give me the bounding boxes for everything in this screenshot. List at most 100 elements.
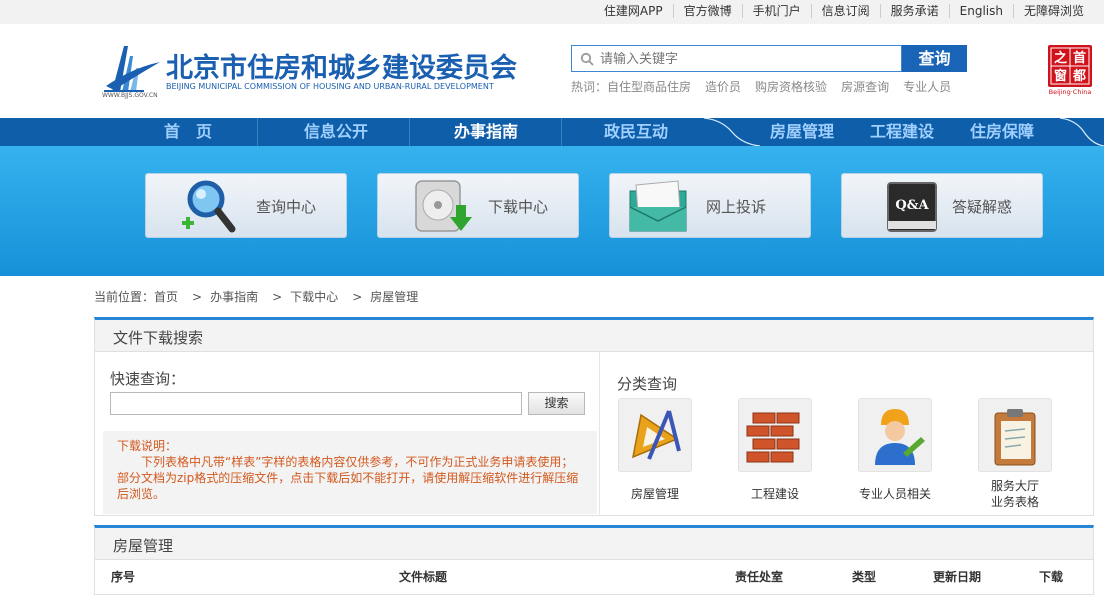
tile-label: 网上投诉 [706,198,767,216]
link-mobile[interactable]: 手机门户 [741,4,811,18]
site-url: WWW.BJJS.GOV.CN [102,92,158,99]
site-title: 北京市住房和城乡建设委员会 [166,53,517,84]
nav-engineering[interactable]: 工程建设 [852,118,952,146]
breadcrumb-label: 当前位置： [94,290,155,304]
quick-search-input[interactable] [110,392,522,415]
search-input[interactable] [600,50,890,68]
nav-interaction[interactable]: 政民互动 [586,118,686,146]
hot-word[interactable]: 自住型商品住房 [607,80,691,94]
top-utility-bar: 住建网APP 官方微博 手机门户 信息订阅 服务承诺 English 无障碍浏览 [0,0,1104,24]
worker-icon [858,398,932,472]
nav-separator [409,118,410,146]
nav-separator [257,118,258,146]
column-header-download: 下载 [1039,570,1064,584]
category-professionals[interactable]: 专业人员相关 [845,398,945,502]
top-links: 住建网APP 官方微博 手机门户 信息订阅 服务承诺 English 无障碍浏览 [594,4,1094,18]
tile-qa[interactable]: Q&A 答疑解惑 [841,173,1043,238]
nav-info-disclosure[interactable]: 信息公开 [286,118,386,146]
tile-label: 下载中心 [488,198,549,216]
breadcrumb: 当前位置：首页 > 办事指南 > 下载中心 > 房屋管理 [94,288,424,305]
file-search-panel: 文件下载搜索 快速查询： 搜索 下载说明： 下列表格中凡带“样表”字样的表格内容… [94,317,1094,516]
hot-word[interactable]: 房源查询 [841,80,889,94]
hot-words: 热词：自住型商品住房 造价员 购房资格核验 房源查询 专业人员 [571,78,965,95]
tile-query-center[interactable]: 查询中心 [145,173,347,238]
link-app[interactable]: 住建网APP [594,4,673,18]
link-weibo[interactable]: 官方微博 [672,4,742,18]
category-engineering[interactable]: 工程建设 [725,398,825,502]
download-note: 下载说明： 下列表格中凡带“样表”字样的表格内容仅供参考，不可作为正式业务申请表… [103,431,597,514]
breadcrumb-separator: > [272,290,283,304]
note-body: 下列表格中凡带“样表”字样的表格内容仅供参考，不可作为正式业务申请表使用；部分文… [117,455,579,501]
ruler-icon [618,398,692,472]
category-housing[interactable]: 房屋管理 [605,398,705,502]
column-header-index: 序号 [111,570,136,584]
category-label: 工程建设 [750,487,799,501]
breadcrumb-separator: > [192,290,203,304]
main-nav: 首 页 信息公开 办事指南 政民互动 房屋管理 工程建设 住房保障 [0,118,1104,146]
seal-char: 窗 [1054,68,1067,84]
breadcrumb-service-guide[interactable]: 办事指南 [210,290,258,304]
nav-service-guide[interactable]: 办事指南 [436,118,536,146]
link-accessibility[interactable]: 无障碍浏览 [1012,4,1094,18]
breadcrumb-home[interactable]: 首页 [154,290,178,304]
site-search: 查询 [571,45,967,72]
seal-char: 之 [1054,50,1067,66]
seal-char: 首 [1073,50,1086,66]
tile-download-center[interactable]: 下载中心 [377,173,579,238]
quick-search-label: 快速查询： [110,370,186,388]
hot-word[interactable]: 造价员 [705,80,741,94]
logo-emblem-icon [104,46,160,92]
breadcrumb-download-center[interactable]: 下载中心 [290,290,338,304]
site-logo[interactable]: 北京市住房和城乡建设委员会 BEIJING MUNICIPAL COMMISSI… [102,42,517,99]
category-label: 专业人员相关 [858,487,931,501]
qa-book-icon: Q&A [887,182,937,232]
note-title: 下载说明： [117,439,178,453]
seal-caption: Beijing·China [1049,88,1092,96]
search-button[interactable]: 查询 [902,45,967,72]
link-subscribe[interactable]: 信息订阅 [810,4,880,18]
tile-online-complaint[interactable]: 网上投诉 [609,173,811,238]
nav-housing-management[interactable]: 房屋管理 [752,118,852,146]
category-service-hall-forms[interactable]: 服务大厅 业务表格 [965,398,1065,510]
hot-word[interactable]: 专业人员 [903,80,951,94]
capital-window-seal[interactable]: 之 首 窗 都 Beijing·China [1046,44,1094,96]
search-box [571,45,902,72]
category-label: 服务大厅 业务表格 [990,479,1039,509]
panel-title: 房屋管理 [113,537,174,555]
link-english[interactable]: English [948,4,1013,18]
hot-word[interactable]: 购房资格核验 [755,80,827,94]
tile-label: 查询中心 [256,198,317,216]
nav-housing-security[interactable]: 住房保障 [952,118,1052,146]
header: 北京市住房和城乡建设委员会 BEIJING MUNICIPAL COMMISSI… [0,24,1104,118]
site-subtitle: BEIJING MUNICIPAL COMMISSION OF HOUSING … [166,82,494,91]
quick-search-button[interactable]: 搜索 [528,392,585,415]
column-header-update-date: 更新日期 [933,570,982,584]
panel-header: 文件下载搜索 [95,320,1093,352]
housing-file-list-panel: 房屋管理 序号 文件标题 责任处室 类型 更新日期 下载 [94,525,1094,595]
download-disk-icon [415,180,472,232]
link-service-promise[interactable]: 服务承诺 [879,4,949,18]
panel-title: 文件下载搜索 [113,329,204,347]
column-header-title: 文件标题 [399,570,448,584]
seal-char: 都 [1072,68,1086,84]
envelope-icon [629,180,687,232]
seal-icon: 之 首 窗 都 Beijing·China [1048,45,1092,96]
breadcrumb-separator: > [352,290,363,304]
category-label: 房屋管理 [630,487,679,501]
magnifier-icon [182,180,236,233]
bricks-icon [738,398,812,472]
svg-text:Q&A: Q&A [895,198,929,213]
column-header-department: 责任处室 [735,570,784,584]
tile-label: 答疑解惑 [952,198,1013,216]
column-header-type: 类型 [852,570,877,584]
breadcrumb-current: 房屋管理 [370,290,419,304]
clipboard-icon [978,398,1052,472]
panel-header: 房屋管理 [95,528,1093,560]
panel-divider [599,352,600,516]
category-title: 分类查询 [617,375,678,393]
hot-words-label: 热词： [571,80,608,94]
search-icon [580,52,594,66]
nav-home[interactable]: 首 页 [140,118,236,146]
service-banner: 查询中心 下载中心 网上投诉 Q&A 答疑解惑 [0,146,1104,276]
nav-separator [561,118,562,146]
